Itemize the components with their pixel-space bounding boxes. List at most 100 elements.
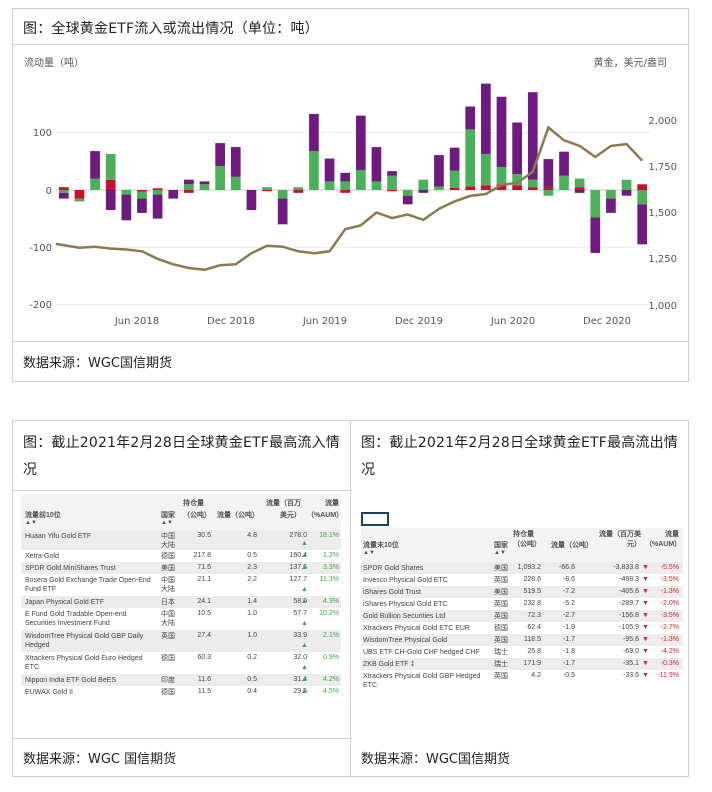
flow-bar: [465, 186, 476, 190]
country: 英国: [161, 633, 175, 640]
x-tick: Dec 2018: [207, 316, 255, 327]
flow-pct: 3.3%: [323, 564, 339, 571]
flow-bar: [309, 151, 319, 190]
flow-bar: [340, 190, 351, 193]
divider: [12, 341, 689, 342]
right-tick: 1,000: [648, 301, 677, 312]
flow-bar: [402, 195, 413, 205]
table-row: Xtrackers Physical Gold GBP Hedged ETC 英国…: [361, 670, 683, 692]
flow-bar: [121, 190, 132, 195]
flow-usd: -156.8: [619, 612, 639, 619]
table-row: ZKB Gold ETF ‡ 瑞士 171.9 -1.7 -35.1 -0.3% ▼: [361, 658, 683, 670]
flow-usd: -105.9: [619, 624, 639, 631]
flow-bar: [90, 178, 100, 190]
flow-usd: 127.7: [289, 576, 307, 583]
flow-tonnes: -1.9: [562, 624, 575, 631]
flow-pct: -1.3%: [660, 588, 679, 595]
down-arrow-icon: ▼: [642, 564, 649, 571]
up-arrow-icon: ▲: [301, 540, 308, 547]
holdings: 217.8: [193, 552, 211, 559]
country: 日本: [161, 599, 175, 606]
sort-arrows-icon[interactable]: ▲▼: [161, 520, 173, 526]
col-header-flow-pct: 流量（%AUM）: [307, 500, 344, 519]
x-tick: Jun 2020: [490, 316, 535, 327]
fund-name: Nippon India ETF Gold BeES: [25, 677, 117, 684]
flow-bar: [606, 198, 616, 213]
flow-bar: [449, 147, 460, 171]
etf-flow-chart: 流动量（吨） 黄金，美元/盎司 100 0 -100 -200 2,000 1,…: [24, 56, 677, 327]
flow-bar: [215, 165, 225, 190]
sort-arrows-icon[interactable]: ▲▼: [494, 550, 506, 556]
table-row: Gold Bullion Securities Ltd 英国 72.3 -2.7 -15…: [361, 610, 683, 622]
flow-bar: [371, 147, 382, 182]
flow-bar: [527, 187, 538, 190]
flow-pct: -2.7%: [660, 624, 679, 631]
flow-tonnes: 0.2: [247, 654, 257, 661]
flow-bar: [543, 159, 554, 187]
flow-bar: [637, 184, 648, 190]
flow-tonnes: 0.4: [247, 688, 257, 695]
holdings: 30.5: [197, 532, 211, 539]
country: 中国大陆: [161, 533, 175, 549]
flow-bar: [152, 190, 163, 195]
flow-bar: [434, 155, 444, 187]
sort-arrows-icon[interactable]: ▲▼: [25, 520, 37, 526]
holdings: 62.4: [527, 624, 541, 631]
down-arrow-icon: ▼: [642, 576, 649, 583]
table-row: Xtrackers Physical Gold Euro Hedged ETC 德…: [21, 652, 341, 674]
flow-usd: 57.7: [293, 610, 307, 617]
country: 德国: [161, 553, 175, 560]
holdings: 21.1: [197, 576, 211, 583]
flow-bar: [590, 190, 601, 218]
left-tick: -200: [29, 300, 52, 311]
flow-bar: [465, 106, 476, 130]
outflow-source: 数据来源：WGC国信期货: [361, 752, 511, 767]
flow-bar: [637, 204, 648, 245]
flow-bar: [340, 181, 351, 190]
table-header: 流量前10位 ▲▼ 国家 ▲▼ 持仓量（公吨） 流量（公吨） 流量（百万美元） …: [21, 494, 344, 530]
right-tick: 1,500: [648, 208, 677, 219]
right-tick: 2,000: [648, 116, 677, 127]
flow-usd: -289.7: [619, 600, 639, 607]
right-axis-label: 黄金，美元/盎司: [594, 56, 667, 69]
flow-bar: [606, 190, 616, 199]
table-row: E Fund Gold Tradable Open-end Securities…: [21, 608, 341, 630]
flow-bar: [277, 190, 288, 199]
flow-bar: [293, 187, 304, 190]
flow-bar: [262, 187, 272, 190]
left-tick: 100: [33, 128, 52, 139]
holdings: 60.3: [197, 654, 211, 661]
flow-tonnes: 2.3: [247, 564, 257, 571]
country: 印度: [161, 677, 175, 684]
down-arrow-icon: ▼: [642, 648, 649, 655]
col-header-flow-usd: 流量（百万美元）: [266, 500, 301, 519]
flow-usd: -3,833.8: [613, 564, 639, 571]
country: 中国大陆: [161, 611, 175, 627]
fund-name: ZKB Gold ETF ‡: [363, 661, 415, 668]
flow-tonnes: -2.7: [562, 612, 575, 619]
flow-bar: [574, 178, 585, 188]
flow-bar: [340, 172, 351, 182]
up-arrow-icon: ▲: [301, 676, 308, 683]
outflow-select-box[interactable]: [361, 512, 389, 526]
table-row: Xtrackers Physical Gold ETC EUR 德国 62.4 -1.…: [361, 622, 683, 634]
flow-pct: -3.5%: [660, 612, 679, 619]
flow-pct: 11.3%: [319, 576, 339, 583]
sort-arrows-icon[interactable]: ▲▼: [363, 550, 375, 556]
table-row: UBS ETF CH-Gold CHF hedged CHF 瑞士 25.8 -1.8…: [361, 646, 683, 658]
flow-bar: [637, 190, 648, 205]
flow-bar: [105, 190, 116, 211]
flow-bar: [184, 184, 194, 190]
down-arrow-icon: ▼: [642, 672, 649, 679]
flow-pct: -1.3%: [660, 636, 679, 643]
fund-name: Xtrackers Physical Gold Euro Hedged ETC: [25, 655, 143, 671]
col-header-name: 流量末10位: [363, 542, 399, 549]
flow-usd: -35.1: [623, 660, 639, 667]
col-header-holdings: 持仓量（公吨）: [513, 531, 541, 548]
fund-name: SPDR Gold Shares: [363, 565, 424, 572]
flow-bar: [387, 175, 397, 190]
flow-bar: [324, 181, 335, 190]
flow-tonnes: 1.0: [247, 610, 257, 617]
flow-bar: [90, 151, 100, 179]
flow-usd: -498.3: [619, 576, 639, 583]
